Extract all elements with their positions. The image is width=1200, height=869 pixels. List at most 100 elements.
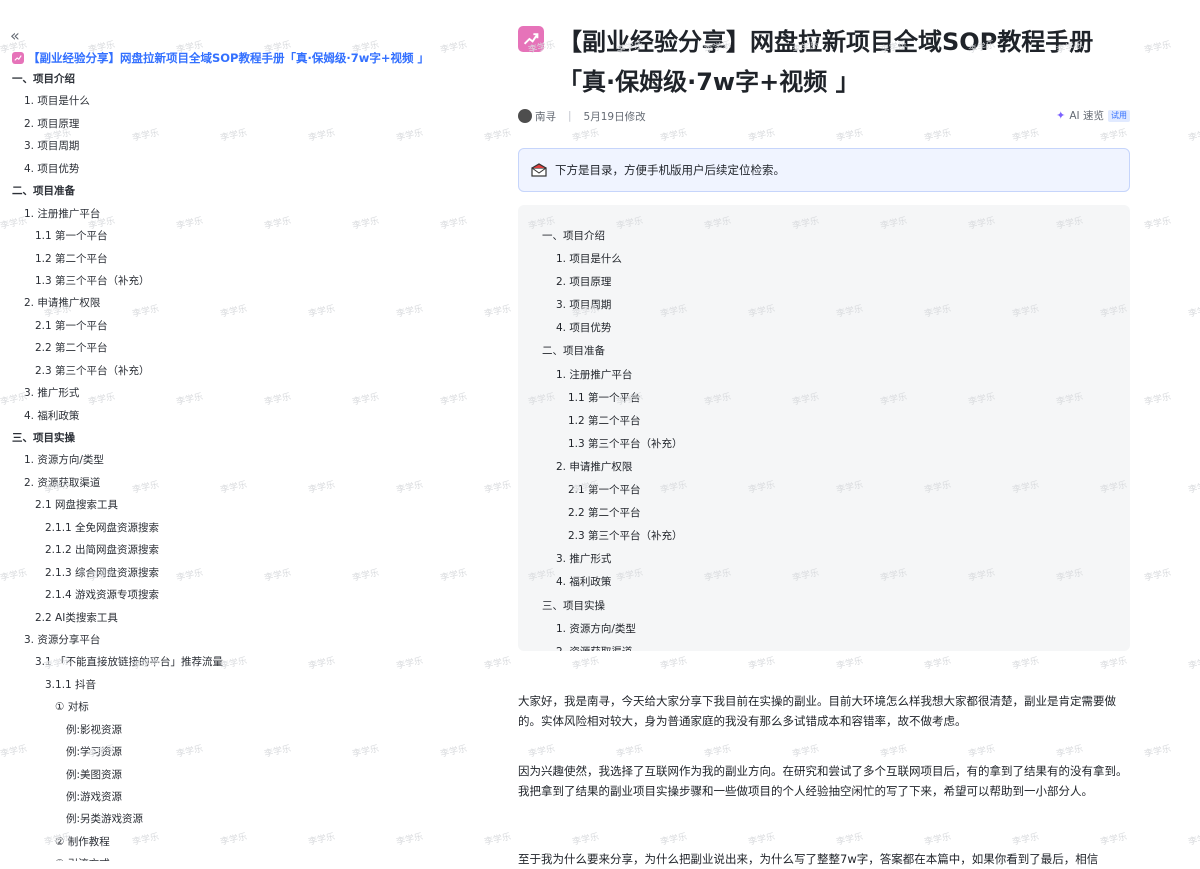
outline-item[interactable]: 2.1 网盘搜索工具 <box>0 494 430 516</box>
toc-link[interactable]: 2.3 第三个平台（补充） <box>518 525 1130 548</box>
paragraph: 因为兴趣使然，我选择了互联网作为我的副业方向。在研究和尝试了多个互联网项目后，有… <box>518 764 1128 798</box>
watermark-text: 李学乐 <box>483 480 513 496</box>
doc-trend-icon <box>12 52 24 64</box>
watermark-text: 李学乐 <box>439 40 469 56</box>
outline-item[interactable]: 2.1.3 综合网盘资源搜索 <box>0 562 430 584</box>
outline-item[interactable]: 1.2 第二个平台 <box>0 248 430 270</box>
toc-link[interactable]: 4. 福利政策 <box>518 571 1130 594</box>
outline-item[interactable]: ③ 引流方式 <box>0 853 430 861</box>
watermark-text: 李学乐 <box>1143 744 1173 760</box>
outline-item[interactable]: 3.1.1 抖音 <box>0 674 430 696</box>
collapse-sidebar-icon[interactable]: « <box>10 26 20 45</box>
callout-text: 下方是目录，方便手机版用户后续定位检索。 <box>555 163 785 177</box>
outline-item[interactable]: 3.1 「不能直接放链接的平台」推荐流量 <box>0 651 430 673</box>
ai-summary-label: AI 速览 <box>1069 110 1104 122</box>
toc-link[interactable]: 1. 项目是什么 <box>518 248 1130 271</box>
toc-link[interactable]: 2.1 第一个平台 <box>518 479 1130 502</box>
document-area: 【副业经验分享】网盘拉新项目全域SOP教程手册「真·保姆级·7w字+视频 」 南… <box>518 0 1130 866</box>
outline-item[interactable]: 2. 申请推广权限 <box>0 292 430 314</box>
outline-item[interactable]: 2.2 AI类搜索工具 <box>0 607 430 629</box>
toc-link[interactable]: 2. 项目原理 <box>518 271 1130 294</box>
outline-item[interactable]: ① 对标 <box>0 696 430 718</box>
outline-doc-title-text: 【副业经验分享】网盘拉新项目全域SOP教程手册「真·保姆级·7w字+视频 」 <box>28 51 427 65</box>
outline-item[interactable]: 2.2 第二个平台 <box>0 337 430 359</box>
watermark-text: 李学乐 <box>1143 216 1173 232</box>
outline-item[interactable]: 2. 资源获取渠道 <box>0 472 430 494</box>
watermark-text: 李学乐 <box>1143 568 1173 584</box>
outline-item[interactable]: 2.1 第一个平台 <box>0 315 430 337</box>
outline-item[interactable]: 4. 项目优势 <box>0 158 430 180</box>
watermark-text: 李学乐 <box>1187 832 1200 848</box>
ai-summary-button[interactable]: ✦ AI 速览 试用 <box>1056 108 1130 123</box>
watermark-text: 李学乐 <box>483 656 513 672</box>
outline-item[interactable]: 3. 资源分享平台 <box>0 629 430 651</box>
toc-link[interactable]: 2.2 第二个平台 <box>518 502 1130 525</box>
watermark-text: 李学乐 <box>483 128 513 144</box>
outline-item[interactable]: 二、项目准备 <box>0 180 430 202</box>
toc-link[interactable]: 3. 项目周期 <box>518 294 1130 317</box>
outline-item[interactable]: 1. 项目是什么 <box>0 90 430 112</box>
outline-doc-title[interactable]: 【副业经验分享】网盘拉新项目全域SOP教程手册「真·保姆级·7w字+视频 」 <box>12 50 427 66</box>
title-row: 【副业经验分享】网盘拉新项目全域SOP教程手册「真·保姆级·7w字+视频 」 <box>518 22 1130 102</box>
page-title: 【副业经验分享】网盘拉新项目全域SOP教程手册「真·保姆级·7w字+视频 」 <box>558 28 1094 96</box>
toc-link[interactable]: 一、项目介绍 <box>518 225 1130 248</box>
modified-date: 5月19日修改 <box>583 110 646 123</box>
outline-item[interactable]: 3. 项目周期 <box>0 135 430 157</box>
toc-link[interactable]: 1. 资源方向/类型 <box>518 618 1130 641</box>
outline-item[interactable]: 2.1.1 全免网盘资源搜索 <box>0 517 430 539</box>
toc-block-list: 一、项目介绍 1. 项目是什么 2. 项目原理 3. 项目周期 4. 项目优势 二、项目准… <box>518 225 1130 651</box>
avatar[interactable] <box>518 109 532 123</box>
watermark-text: 李学乐 <box>1143 40 1173 56</box>
outline-sidebar: « 【副业经验分享】网盘拉新项目全域SOP教程手册「真·保姆级·7w字+视频 」… <box>0 0 430 861</box>
toc-block: 一、项目介绍 1. 项目是什么 2. 项目原理 3. 项目周期 4. 项目优势 二、项目准… <box>518 205 1130 651</box>
watermark-text: 李学乐 <box>439 744 469 760</box>
trial-badge: 试用 <box>1108 109 1130 122</box>
outline-item[interactable]: 2.3 第三个平台（补充） <box>0 360 430 382</box>
watermark-text: 李学乐 <box>1187 656 1200 672</box>
meta-divider: | <box>568 110 572 122</box>
outline-item[interactable]: 1. 注册推广平台 <box>0 203 430 225</box>
outline-item[interactable]: 1.1 第一个平台 <box>0 225 430 247</box>
outline-item[interactable]: 例:另类游戏资源 <box>0 808 430 830</box>
outline-item[interactable]: 1.3 第三个平台（补充） <box>0 270 430 292</box>
toc-link[interactable]: 1.1 第一个平台 <box>518 387 1130 410</box>
toc-link[interactable]: 1. 注册推广平台 <box>518 364 1130 387</box>
outline-item[interactable]: 2.1.4 游戏资源专项搜索 <box>0 584 430 606</box>
toc-link[interactable]: 4. 项目优势 <box>518 317 1130 340</box>
outline-item[interactable]: 2.1.2 出简网盘资源搜索 <box>0 539 430 561</box>
watermark-text: 李学乐 <box>1187 128 1200 144</box>
toc-link[interactable]: 2. 资源获取渠道 <box>518 641 1130 651</box>
outline-item[interactable]: 2. 项目原理 <box>0 113 430 135</box>
outline-item[interactable]: 例:影视资源 <box>0 719 430 741</box>
watermark-text: 李学乐 <box>439 216 469 232</box>
author-name[interactable]: 南寻 <box>535 109 556 124</box>
outline-item[interactable]: 3. 推广形式 <box>0 382 430 404</box>
doc-trend-icon[interactable] <box>518 26 544 52</box>
callout-block: 下方是目录，方便手机版用户后续定位检索。 <box>518 148 1130 192</box>
sparkle-icon: ✦ <box>1056 109 1066 122</box>
toc-link[interactable]: 2. 申请推广权限 <box>518 456 1130 479</box>
outline-item[interactable]: 一、项目介绍 <box>0 68 430 90</box>
watermark-text: 李学乐 <box>483 832 513 848</box>
outline-item[interactable]: ② 制作教程 <box>0 831 430 853</box>
toc-link[interactable]: 3. 推广形式 <box>518 548 1130 571</box>
paragraph: 大家好，我是南寻，今天给大家分享下我目前在实操的副业。目前大环境怎么样我想大家都… <box>518 694 1116 728</box>
outline-item[interactable]: 1. 资源方向/类型 <box>0 449 430 471</box>
doc-meta: 南寻 | 5月19日修改 ✦ AI 速览 试用 <box>518 108 1130 124</box>
outline-item[interactable]: 例:美图资源 <box>0 764 430 786</box>
paragraph: 至于我为什么要来分享，为什么把副业说出来，为什么写了整整7w字，答案都在本篇中，… <box>518 852 1099 866</box>
toc-link[interactable]: 三、项目实操 <box>518 595 1130 618</box>
toc-link[interactable]: 1.3 第三个平台（补充） <box>518 433 1130 456</box>
outline-list: 一、项目介绍 1. 项目是什么 2. 项目原理 3. 项目周期 4. 项目优势 二、项目准… <box>0 68 430 861</box>
watermark-text: 李学乐 <box>1187 304 1200 320</box>
toc-link[interactable]: 1.2 第二个平台 <box>518 410 1130 433</box>
watermark-text: 李学乐 <box>439 392 469 408</box>
outline-item[interactable]: 例:游戏资源 <box>0 786 430 808</box>
outline-item[interactable]: 4. 福利政策 <box>0 405 430 427</box>
envelope-icon <box>531 163 547 177</box>
outline-item[interactable]: 三、项目实操 <box>0 427 430 449</box>
outline-item[interactable]: 例:学习资源 <box>0 741 430 763</box>
toc-link[interactable]: 二、项目准备 <box>518 340 1130 363</box>
watermark-text: 李学乐 <box>1143 392 1173 408</box>
watermark-text: 李学乐 <box>1187 480 1200 496</box>
